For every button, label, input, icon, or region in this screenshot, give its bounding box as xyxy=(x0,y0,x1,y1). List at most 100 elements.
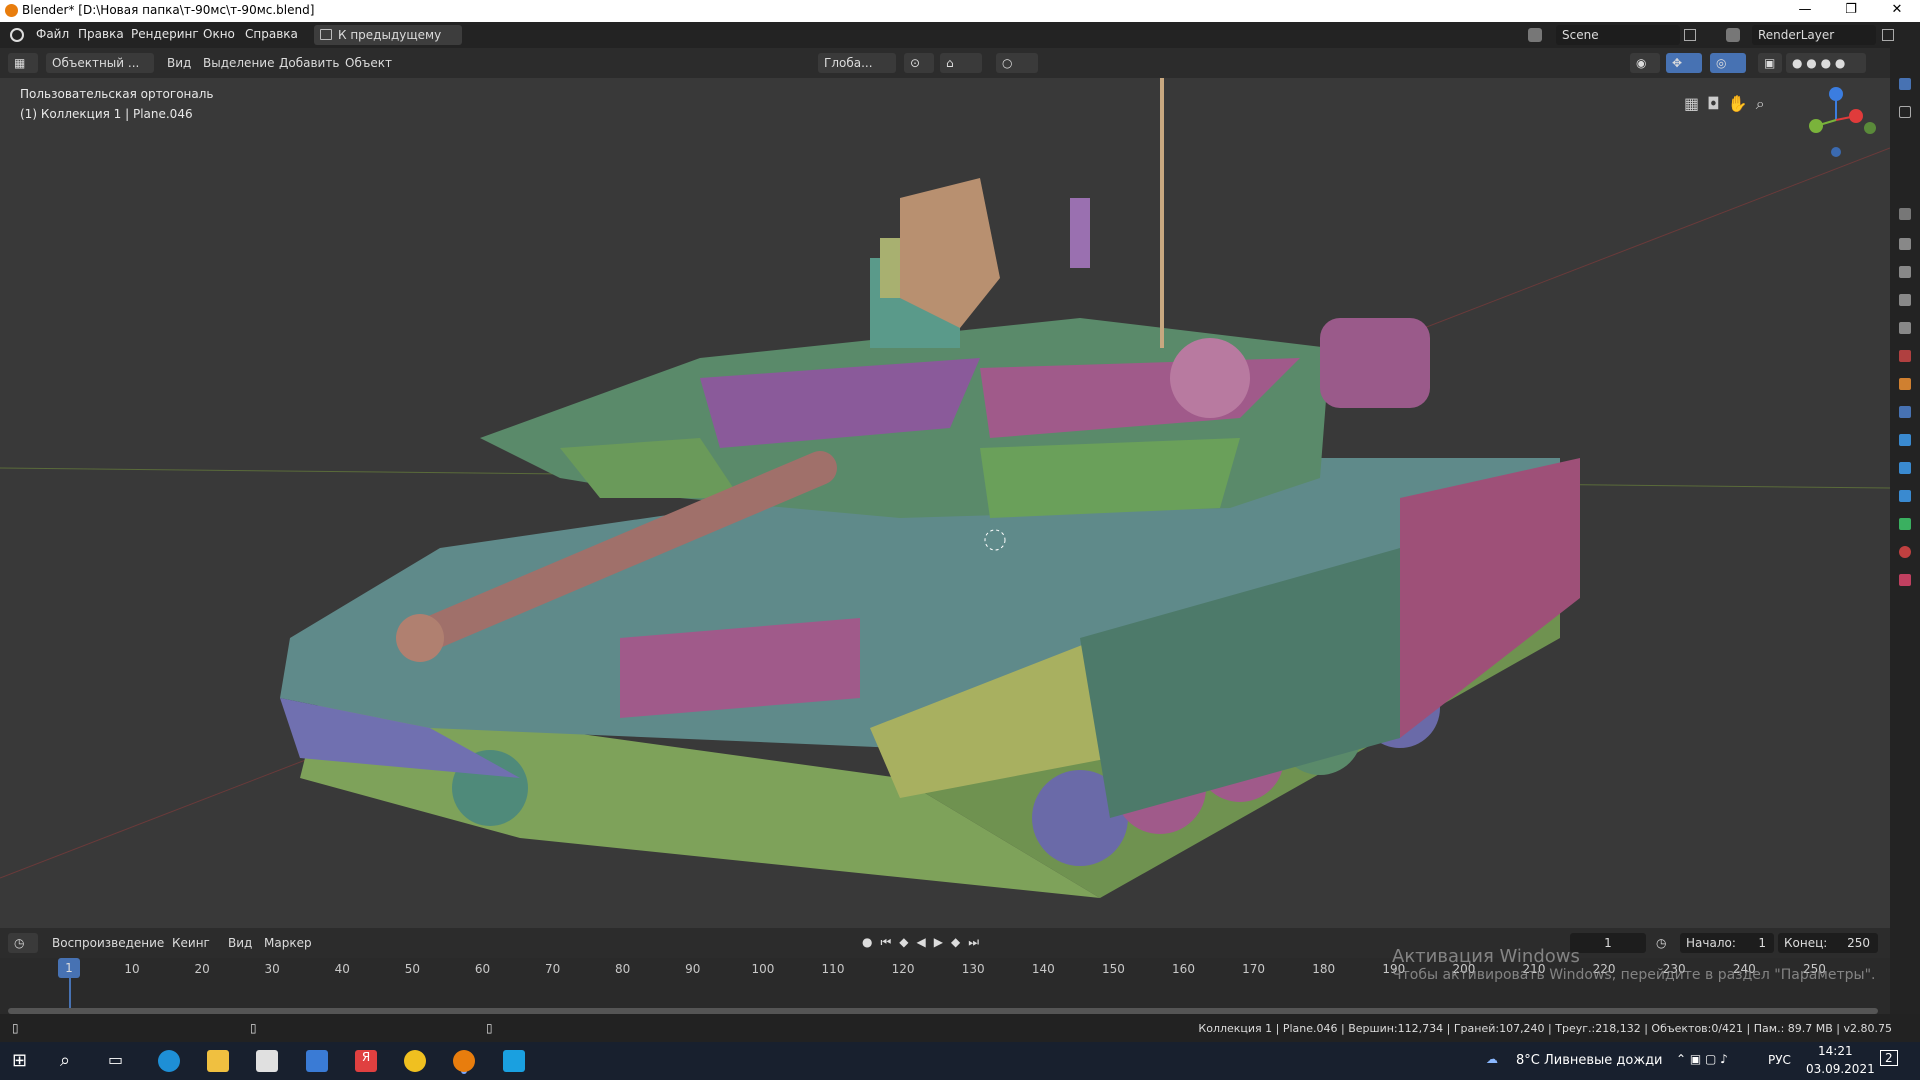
camera-icon[interactable]: ◘ xyxy=(1707,94,1720,114)
data-icon[interactable] xyxy=(1899,518,1911,530)
rear-box xyxy=(1400,458,1580,738)
view-layer-icon[interactable] xyxy=(1899,294,1911,306)
mouse-left-icon: ▯ xyxy=(12,1021,19,1035)
explorer-icon[interactable] xyxy=(207,1050,229,1072)
gizmo-toggle-icon[interactable]: ✥ xyxy=(1666,53,1702,73)
timeline-tick: 170 xyxy=(1242,962,1266,976)
start-icon[interactable]: ⊞ xyxy=(12,1050,34,1072)
object-icon[interactable] xyxy=(1899,378,1911,390)
scene-icon[interactable] xyxy=(1528,28,1542,42)
mail-icon[interactable] xyxy=(306,1050,328,1072)
pivot-icon[interactable]: ⊙ xyxy=(904,53,934,73)
shading-buttons[interactable]: ● ● ● ● xyxy=(1786,53,1866,73)
watermark-text: Чтобы активировать Windows, перейдите в … xyxy=(1392,967,1876,983)
3d-viewport[interactable]: ▦ ◘ ✋ ⌕ xyxy=(0,78,1890,928)
remote-weapon xyxy=(900,178,1000,328)
output-icon[interactable] xyxy=(1899,266,1911,278)
browser-icon[interactable] xyxy=(404,1050,426,1072)
new-scene-icon[interactable] xyxy=(1684,29,1696,41)
render-layer-icon[interactable] xyxy=(1726,28,1740,42)
edge-icon[interactable] xyxy=(158,1050,180,1072)
menu-render[interactable]: Рендеринг xyxy=(131,27,199,41)
app-c-icon[interactable] xyxy=(503,1050,525,1072)
timeline-tick: 10 xyxy=(124,962,140,976)
eye-icon[interactable] xyxy=(1899,106,1911,118)
menu-add[interactable]: Добавить xyxy=(279,56,339,70)
menu-view[interactable]: Вид xyxy=(167,56,191,70)
play-icon[interactable]: ▶ xyxy=(934,935,943,950)
visibility-icon[interactable]: ◉ xyxy=(1630,53,1660,73)
store-icon[interactable] xyxy=(256,1050,278,1072)
timeline-tick: 90 xyxy=(685,962,701,976)
timeline-tick: 40 xyxy=(334,962,350,976)
physics-icon[interactable] xyxy=(1899,462,1911,474)
next-keyframe-icon[interactable]: ◆ xyxy=(951,935,960,950)
new-layer-icon[interactable] xyxy=(1882,29,1894,41)
proportional-edit-icon[interactable]: ○ xyxy=(996,53,1038,73)
snap-icon[interactable]: ⌂ xyxy=(940,53,982,73)
blender-taskbar-icon[interactable] xyxy=(453,1050,475,1072)
watermark-title: Активация Windows xyxy=(1392,946,1580,967)
modifier-icon[interactable] xyxy=(1899,406,1911,418)
screen-icon xyxy=(320,29,332,40)
menu-object[interactable]: Объект xyxy=(345,56,392,70)
texture-icon[interactable] xyxy=(1899,574,1911,586)
search-icon[interactable]: ⌕ xyxy=(60,1050,82,1072)
scene-selector[interactable]: Scene xyxy=(1556,25,1680,45)
record-icon[interactable]: ● xyxy=(862,935,872,950)
task-view-icon[interactable]: ▭ xyxy=(108,1050,130,1072)
minimize-button[interactable]: — xyxy=(1782,0,1828,22)
blender-menu-icon[interactable] xyxy=(10,28,24,42)
menu-timeline-view[interactable]: Вид xyxy=(228,936,252,950)
constraints-icon[interactable] xyxy=(1899,490,1911,502)
muzzle xyxy=(396,614,444,662)
tool-icon[interactable] xyxy=(1899,208,1911,220)
notification-badge[interactable]: 2 xyxy=(1880,1050,1898,1066)
blender-logo-icon xyxy=(5,4,18,17)
playback-controls: ● ⏮ ◆ ◀ ▶ ◆ ⏭ xyxy=(862,935,979,950)
back-to-previous-button[interactable]: К предыдущему виду xyxy=(314,25,462,62)
menu-window[interactable]: Окно xyxy=(203,27,235,41)
editor-type-button[interactable]: ▦ xyxy=(8,53,38,73)
play-reverse-icon[interactable]: ◀ xyxy=(917,935,926,950)
jump-start-icon[interactable]: ⏮ xyxy=(880,935,891,950)
prev-keyframe-icon[interactable]: ◆ xyxy=(899,935,908,950)
maximize-button[interactable]: ❐ xyxy=(1828,0,1874,22)
properties-tab-bar xyxy=(1890,48,1920,1014)
active-object-label: (1) Коллекция 1 | Plane.046 xyxy=(20,107,193,121)
timeline-tick: 120 xyxy=(891,962,915,976)
clock-date[interactable]: 03.09.2021 xyxy=(1806,1062,1875,1076)
menu-keying[interactable]: Кеинг xyxy=(172,936,210,950)
zoom-icon[interactable]: ⌕ xyxy=(1756,94,1765,114)
menu-help[interactable]: Справка xyxy=(245,27,298,41)
top-menu-bar: Файл Правка Рендеринг Окно Справка К пре… xyxy=(0,22,1920,62)
menu-select[interactable]: Выделение xyxy=(203,56,274,70)
world-icon[interactable] xyxy=(1899,350,1911,362)
frame-cursor[interactable]: 1 xyxy=(58,958,80,978)
viewport-scene xyxy=(0,78,1890,898)
menu-marker[interactable]: Маркер xyxy=(264,936,312,950)
render-icon[interactable] xyxy=(1899,238,1911,250)
menu-playback[interactable]: Воспроизведение xyxy=(52,936,164,950)
render-layer-selector[interactable]: RenderLayer xyxy=(1752,25,1876,45)
transform-orientation[interactable]: Глоба... xyxy=(818,53,896,73)
menu-edit[interactable]: Правка xyxy=(78,27,124,41)
material-icon[interactable] xyxy=(1899,546,1911,558)
yandex-icon[interactable]: Я xyxy=(355,1050,377,1072)
hand-icon[interactable]: ✋ xyxy=(1728,94,1748,114)
jump-end-icon[interactable]: ⏭ xyxy=(968,935,979,950)
language-indicator[interactable]: РУС xyxy=(1768,1053,1791,1067)
navigation-gizmo[interactable] xyxy=(1780,80,1880,160)
timeline-editor-type[interactable]: ◷ xyxy=(8,933,38,953)
mode-selector[interactable]: Объектный ... xyxy=(46,53,154,73)
particles-icon[interactable] xyxy=(1899,434,1911,446)
menu-file[interactable]: Файл xyxy=(36,27,69,41)
close-button[interactable]: ✕ xyxy=(1874,0,1920,22)
overlay-toggle-icon[interactable]: ◎ xyxy=(1710,53,1746,73)
scene-props-icon[interactable] xyxy=(1899,322,1911,334)
tray-icons[interactable]: ⌃ ▣ ▢ ♪ xyxy=(1676,1052,1728,1066)
xray-icon[interactable]: ▣ xyxy=(1758,53,1782,73)
outliner-icon[interactable] xyxy=(1899,78,1911,90)
weather-text[interactable]: 8°C Ливневые дожди xyxy=(1516,1053,1663,1068)
grid-icon[interactable]: ▦ xyxy=(1684,94,1699,114)
